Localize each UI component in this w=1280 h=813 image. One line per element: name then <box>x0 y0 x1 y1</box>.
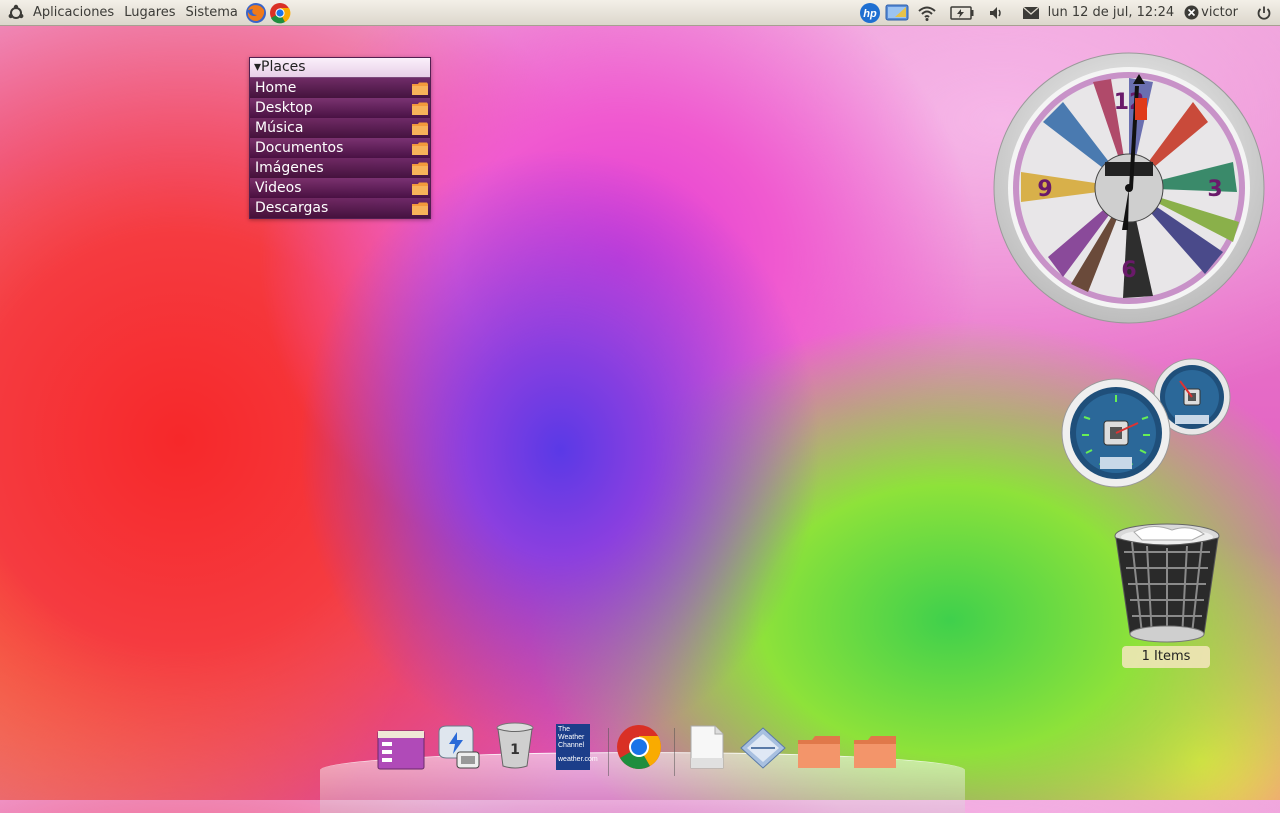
places-item-label: Imágenes <box>255 160 324 176</box>
collapse-triangle-icon[interactable]: ▾ <box>254 59 261 75</box>
weather-text-3: Channel <box>558 742 585 749</box>
menu-sistema[interactable]: Sistema <box>181 0 243 25</box>
mail-icon <box>740 727 786 769</box>
places-title: Places <box>261 59 306 75</box>
places-item-label: Documentos <box>255 140 344 156</box>
places-item-documentos[interactable]: Documentos <box>250 138 430 158</box>
places-item-label: Música <box>255 120 304 136</box>
volume-icon[interactable] <box>988 0 1004 25</box>
cpu-readout <box>1100 457 1132 469</box>
menu-lugares[interactable]: Lugares <box>119 0 180 25</box>
weather-text-1: The <box>558 726 571 733</box>
places-item-label: Videos <box>255 180 302 196</box>
dock-item-folder-2[interactable] <box>850 714 900 770</box>
dock-separator <box>674 728 675 776</box>
clock-numeral-9: 9 <box>1037 177 1052 202</box>
files-window-icon <box>377 730 425 770</box>
weather-text-4: weather.com <box>558 756 598 763</box>
folder-icon <box>412 122 428 135</box>
dock-item-weather-channel[interactable]: The Weather Channel weather.com <box>548 714 598 770</box>
user-name[interactable]: victor <box>1201 5 1242 20</box>
ubuntu-logo-icon[interactable] <box>6 3 26 23</box>
record-label <box>1105 162 1153 176</box>
weather-text-2: Weather <box>558 734 585 741</box>
mail-indicator-icon[interactable] <box>1022 0 1040 25</box>
trash-label: 1 Items <box>1122 646 1210 668</box>
analog-clock-widget[interactable]: 12 3 6 9 <box>993 52 1265 324</box>
places-item-desktop[interactable]: Desktop <box>250 98 430 118</box>
places-widget: ▾Places Home Desktop Música Documentos I… <box>249 57 431 219</box>
dock: 1 The Weather Channel weather.com <box>320 700 965 813</box>
places-item-descargas[interactable]: Descargas <box>250 198 430 218</box>
dock-separator <box>608 728 609 776</box>
folder-icon <box>412 162 428 175</box>
svg-text:1: 1 <box>510 742 520 758</box>
dock-item-mail[interactable] <box>738 714 788 770</box>
power-manager-icon <box>438 725 480 769</box>
top-panel: Aplicaciones Lugares Sistema hp lun 12 d… <box>0 0 1280 26</box>
places-list: Home Desktop Música Documentos Imágenes … <box>250 78 430 218</box>
second-hand-tip <box>1135 98 1147 120</box>
places-item-home[interactable]: Home <box>250 78 430 98</box>
dock-item-document[interactable] <box>682 714 732 770</box>
places-item-imagenes[interactable]: Imágenes <box>250 158 430 178</box>
dock-item-power-manager[interactable] <box>432 714 482 770</box>
folder-icon <box>798 736 840 768</box>
system-monitor-gauges[interactable] <box>1060 357 1235 489</box>
panel-left: Aplicaciones Lugares Sistema <box>0 0 292 25</box>
clock-numeral-6: 6 <box>1121 258 1136 283</box>
firefox-launcher-icon[interactable] <box>245 0 267 25</box>
memory-readout <box>1175 415 1209 424</box>
clock-numeral-3: 3 <box>1207 177 1222 202</box>
dock-item-trash[interactable]: 1 <box>490 714 540 770</box>
user-status-icon[interactable] <box>1184 0 1199 25</box>
places-item-videos[interactable]: Videos <box>250 178 430 198</box>
folder-icon <box>412 102 428 115</box>
places-item-musica[interactable]: Música <box>250 118 430 138</box>
folder-icon <box>412 182 428 195</box>
trash-icon: 1 <box>496 722 534 769</box>
display-icon[interactable] <box>885 0 909 25</box>
battery-icon[interactable] <box>949 0 974 25</box>
chrome-icon <box>617 725 661 769</box>
trash-can-icon <box>1114 523 1220 643</box>
dock-item-folder-1[interactable] <box>794 714 844 770</box>
wifi-icon[interactable] <box>917 0 937 25</box>
svg-text:hp: hp <box>863 8 877 20</box>
document-icon <box>690 725 724 769</box>
chrome-launcher-icon[interactable] <box>269 0 291 25</box>
dock-item-files-window[interactable] <box>376 714 426 770</box>
places-item-label: Descargas <box>255 200 329 216</box>
places-item-label: Home <box>255 80 297 96</box>
panel-clock[interactable]: lun 12 de jul, 12:24 <box>1042 5 1180 20</box>
panel-right: hp lun 12 de jul, 12:24 victor <box>858 0 1280 25</box>
menu-aplicaciones[interactable]: Aplicaciones <box>28 0 119 25</box>
folder-icon <box>854 736 896 768</box>
folder-icon <box>412 202 428 215</box>
folder-icon <box>412 82 428 95</box>
places-item-label: Desktop <box>255 100 313 116</box>
dock-item-chrome[interactable] <box>614 714 664 770</box>
weather-channel-icon: The Weather Channel weather.com <box>556 724 598 770</box>
power-icon[interactable] <box>1256 0 1272 25</box>
cpu-gauge <box>1061 378 1171 488</box>
folder-icon <box>412 142 428 155</box>
desktop-trash[interactable]: 1 Items <box>1112 522 1222 672</box>
hp-printer-icon[interactable]: hp <box>859 0 881 25</box>
places-header[interactable]: ▾Places <box>250 58 430 78</box>
